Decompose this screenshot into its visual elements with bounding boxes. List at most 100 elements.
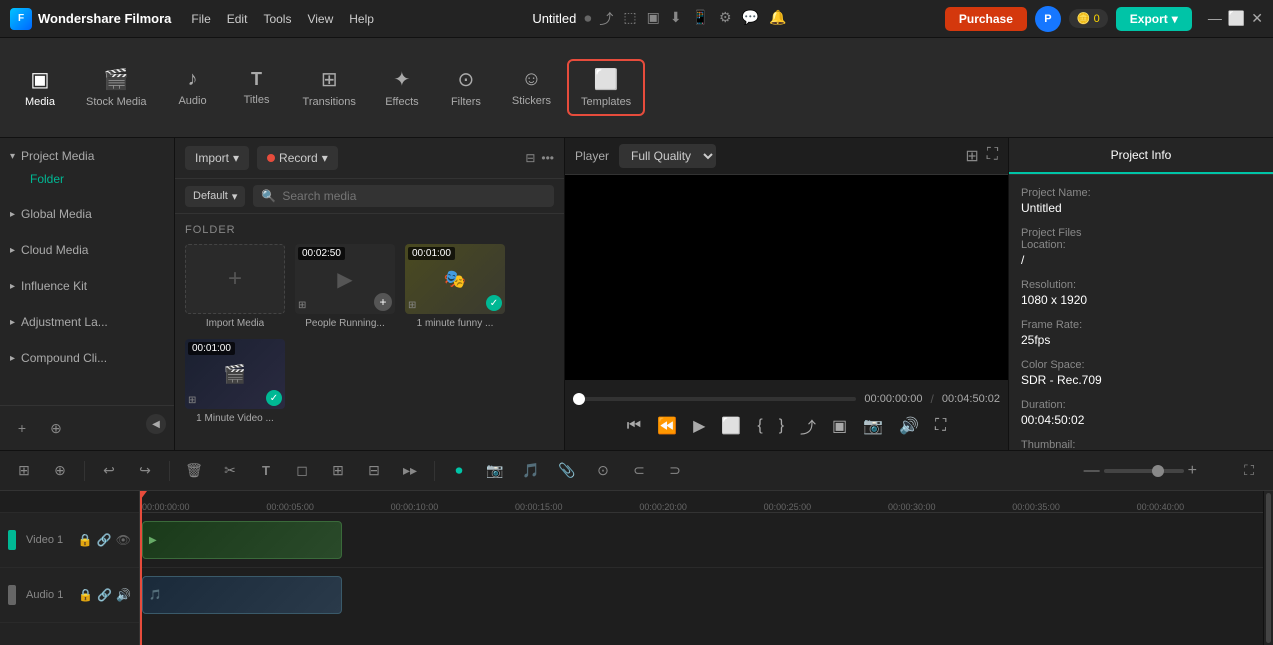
tab-project-info[interactable]: Project Info [1009, 138, 1273, 174]
toolbar-item-stickers[interactable]: ☺ Stickers [500, 62, 563, 113]
purchase-button[interactable]: Purchase [945, 7, 1027, 31]
menu-help[interactable]: Help [349, 12, 374, 26]
fullscreen-ctrl-button[interactable]: ⛶ [935, 417, 946, 435]
tl-split-view-button[interactable]: ⊞ [10, 457, 38, 485]
video1-eye-icon[interactable]: 👁 [116, 533, 131, 547]
mark-in-button[interactable]: { [757, 417, 762, 435]
user-avatar[interactable]: P [1035, 6, 1061, 32]
panel-section-adjustment-header[interactable]: ▸ Adjustment La... [10, 310, 164, 334]
audio1-lock-icon[interactable]: 🔒 [78, 588, 93, 602]
panel-section-compound-header[interactable]: ▸ Compound Cli... [10, 346, 164, 370]
record-chevron-icon: ▾ [322, 151, 328, 165]
menu-file[interactable]: File [191, 12, 210, 26]
mobile-icon[interactable]: 📱 [692, 9, 709, 29]
tl-group-button[interactable]: ⊞ [324, 457, 352, 485]
audio1-link-icon[interactable]: 🔗 [97, 588, 112, 602]
tl-crop-button[interactable]: ◻ [288, 457, 316, 485]
tl-camera-button[interactable]: 📷 [481, 457, 509, 485]
tl-mark-button[interactable]: ⊙ [589, 457, 617, 485]
monitor-icon[interactable]: ▣ [647, 9, 660, 29]
media-item-funny[interactable]: 00:01:00 🎭 ✓ ⊞ 1 minute funny ... [405, 244, 505, 329]
export-button[interactable]: Export ▾ [1116, 7, 1192, 31]
device-icon[interactable]: ⬚ [623, 9, 636, 29]
menu-tools[interactable]: Tools [263, 12, 291, 26]
toolbar-item-transitions[interactable]: ⊞ Transitions [291, 61, 368, 114]
smart-folder-button[interactable]: ⊕ [42, 414, 70, 442]
split-screen-icon[interactable]: ⊞ [965, 146, 978, 166]
quality-select[interactable]: Full Quality1/2 Quality1/4 Quality [619, 144, 716, 168]
import-button[interactable]: Import ▾ [185, 146, 249, 170]
tl-more-button[interactable]: ▸▸ [396, 457, 424, 485]
toolbar-item-audio[interactable]: ♪ Audio [163, 62, 223, 113]
settings-icon[interactable]: ⚙ [719, 9, 732, 29]
zoom-fit-button[interactable]: ⛶ [1235, 457, 1263, 485]
panel-section-influence-kit-header[interactable]: ▸ Influence Kit [10, 274, 164, 298]
filter-default-dropdown[interactable]: Default ▾ [185, 186, 245, 207]
toolbar-item-stock-media[interactable]: 🎬 Stock Media [74, 61, 159, 114]
screen-button[interactable]: ▣ [832, 416, 847, 436]
mark-out-button[interactable]: } [779, 417, 784, 435]
play-button[interactable]: ▶ [693, 416, 705, 436]
tl-ungroup-button[interactable]: ⊟ [360, 457, 388, 485]
share-icon[interactable]: ⤴ [599, 9, 613, 29]
audio-button[interactable]: 🔊 [899, 416, 919, 436]
playhead-cursor[interactable] [140, 491, 142, 645]
toolbar-item-templates[interactable]: ⬜ Templates [567, 59, 645, 116]
timeline-scroll-thumb[interactable] [1266, 493, 1271, 643]
timeline-scrollbar[interactable] [1263, 491, 1273, 645]
tl-connect-button[interactable]: ⊕ [46, 457, 74, 485]
panel-section-project-media-header[interactable]: ▾ Project Media [10, 144, 164, 168]
add-to-timeline-icon[interactable]: + [374, 293, 392, 311]
menu-view[interactable]: View [307, 12, 333, 26]
video1-link-icon[interactable]: 🔗 [97, 533, 112, 547]
menu-edit[interactable]: Edit [227, 12, 248, 26]
snapshot-button[interactable]: 📷 [863, 416, 883, 436]
audio1-mute-icon[interactable]: 🔊 [116, 588, 131, 602]
tl-delete-button[interactable]: 🗑 [180, 457, 208, 485]
minimize-button[interactable]: — [1208, 10, 1222, 27]
chat-icon[interactable]: 💬 [742, 9, 759, 29]
toolbar-item-titles[interactable]: T Titles [227, 63, 287, 112]
toolbar-item-media[interactable]: ▣ Media [10, 61, 70, 114]
search-input[interactable] [282, 189, 546, 203]
export-frame-button[interactable]: ⤴ [800, 414, 816, 438]
panel-section-cloud-media-header[interactable]: ▸ Cloud Media [10, 238, 164, 262]
zoom-in-button[interactable]: + [1188, 462, 1197, 480]
media-item-people-running[interactable]: 00:02:50 ▶ + ⊞ People Running... [295, 244, 395, 329]
tl-audio-btn[interactable]: 🎵 [517, 457, 545, 485]
audio-clip-1[interactable]: 🎵 [142, 576, 342, 614]
add-folder-button[interactable]: + [8, 414, 36, 442]
tl-text-button[interactable]: T [252, 457, 280, 485]
toolbar-item-effects[interactable]: ✦ Effects [372, 61, 432, 114]
notification-icon[interactable]: 🔔 [769, 9, 786, 29]
tl-playhead-button[interactable]: ⏺ [445, 457, 473, 485]
panel-section-global-media-header[interactable]: ▸ Global Media [10, 202, 164, 226]
record-button[interactable]: Record ▾ [257, 146, 338, 170]
filter-icon[interactable]: ⊟ [525, 151, 535, 165]
zoom-out-button[interactable]: — [1084, 462, 1100, 480]
download-icon[interactable]: ⬇ [670, 9, 682, 29]
tl-redo-button[interactable]: ↪ [131, 457, 159, 485]
video1-lock-icon[interactable]: 🔒 [78, 533, 93, 547]
tl-clip-button[interactable]: 📎 [553, 457, 581, 485]
tl-link-button[interactable]: ⊃ [661, 457, 689, 485]
collapse-button[interactable]: ◀ [146, 414, 166, 434]
stop-button[interactable]: ⬜ [721, 416, 741, 436]
tl-cut-button[interactable]: ✂ [216, 457, 244, 485]
rewind-button[interactable]: ⏮ [627, 417, 641, 435]
frame-back-button[interactable]: ⏪ [657, 416, 677, 436]
zoom-track[interactable] [1104, 469, 1184, 473]
progress-track[interactable] [573, 397, 856, 401]
fullscreen-icon[interactable]: ⛶ [987, 146, 998, 166]
media-item-1min-video[interactable]: 00:01:00 🎬 ✓ ⊞ 1 Minute Video ... [185, 339, 285, 424]
video-clip-1[interactable]: ▶ [142, 521, 342, 559]
close-button[interactable]: ✕ [1251, 10, 1263, 27]
media-item-import[interactable]: + Import Media [185, 244, 285, 329]
toolbar-item-filters[interactable]: ⊙ Filters [436, 61, 496, 114]
folder-item[interactable]: Folder [10, 168, 164, 190]
tl-undo-button[interactable]: ↩ [95, 457, 123, 485]
tl-ripple-button[interactable]: ⊂ [625, 457, 653, 485]
ruler-mark-3: 00:00:15:00 [515, 502, 639, 512]
more-options-icon[interactable]: ••• [541, 151, 554, 165]
maximize-button[interactable]: ⬜ [1228, 10, 1245, 27]
